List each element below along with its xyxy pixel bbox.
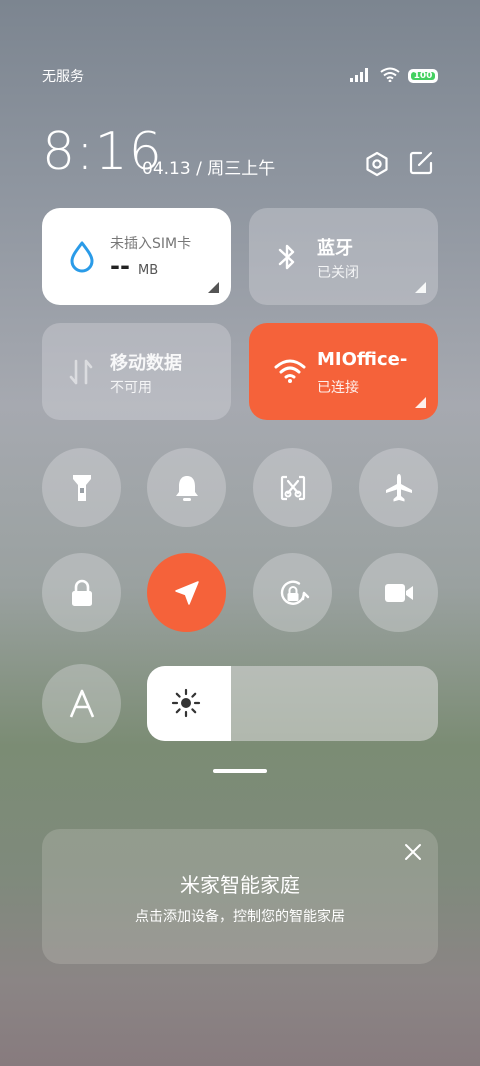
mobile-data-icon [66, 355, 98, 387]
brightness-slider[interactable] [147, 666, 438, 741]
airplane-mode-toggle[interactable] [359, 448, 438, 527]
wifi-status-icon [380, 67, 400, 86]
status-icons: 100 [350, 67, 438, 86]
drag-handle[interactable] [213, 769, 267, 773]
wifi-tile[interactable]: MIOffice- 已连接 [249, 323, 438, 420]
flashlight-icon [68, 472, 96, 504]
expand-corner-icon [208, 282, 219, 293]
auto-brightness-toggle[interactable] [42, 664, 121, 743]
close-icon[interactable] [404, 843, 422, 861]
airplane-icon [383, 472, 415, 504]
data-usage-value: -- [110, 252, 130, 280]
data-usage-tile[interactable]: 未插入SIM卡 -- MB [42, 208, 231, 305]
screen-record-toggle[interactable] [359, 553, 438, 632]
card-title: 米家智能家庭 [180, 873, 300, 897]
bluetooth-tile[interactable]: 蓝牙 已关闭 [249, 208, 438, 305]
settings-icon[interactable] [363, 150, 391, 178]
mobile-data-status: 不可用 [110, 380, 152, 396]
bluetooth-icon [273, 240, 305, 272]
edit-icon[interactable] [408, 150, 436, 178]
carrier-label: 无服务 [42, 69, 84, 85]
flashlight-toggle[interactable] [42, 448, 121, 527]
expand-corner-icon [415, 397, 426, 408]
lock-screen-toggle[interactable] [42, 553, 121, 632]
lock-icon [69, 578, 95, 608]
mobile-data-title: 移动数据 [110, 353, 182, 374]
rotation-lock-toggle[interactable] [253, 553, 332, 632]
signal-icon [350, 67, 372, 86]
water-drop-icon [66, 240, 98, 273]
battery-level: 100 [413, 70, 433, 81]
wifi-title: MIOffice- [317, 349, 408, 370]
mobile-data-tile[interactable]: 移动数据 不可用 [42, 323, 231, 420]
bluetooth-title: 蓝牙 [317, 238, 353, 259]
video-camera-icon [383, 581, 415, 605]
data-usage-title: 未插入SIM卡 [110, 236, 192, 252]
sun-icon [171, 688, 201, 722]
battery-icon: 100 [408, 69, 438, 83]
header: 8:16 04.13 / 周三上午 [42, 122, 438, 182]
rotation-lock-icon [276, 576, 310, 610]
data-usage-unit: MB [138, 263, 159, 278]
card-subtitle: 点击添加设备，控制您的智能家居 [135, 909, 345, 925]
date-label: 04.13 / 周三上午 [142, 159, 276, 179]
ringer-toggle[interactable] [147, 448, 226, 527]
wifi-icon [273, 355, 306, 387]
location-arrow-icon [173, 579, 201, 607]
bluetooth-status: 已关闭 [317, 265, 359, 281]
mi-home-card[interactable]: 米家智能家庭 点击添加设备，控制您的智能家居 [42, 829, 438, 964]
wifi-status: 已连接 [317, 380, 359, 396]
screenshot-toggle[interactable] [253, 448, 332, 527]
bell-icon [173, 473, 201, 503]
screenshot-scissors-icon [278, 473, 308, 503]
letter-a-icon [68, 689, 96, 719]
status-bar: 无服务 100 [42, 64, 438, 88]
location-toggle[interactable] [147, 553, 226, 632]
expand-corner-icon [415, 282, 426, 293]
